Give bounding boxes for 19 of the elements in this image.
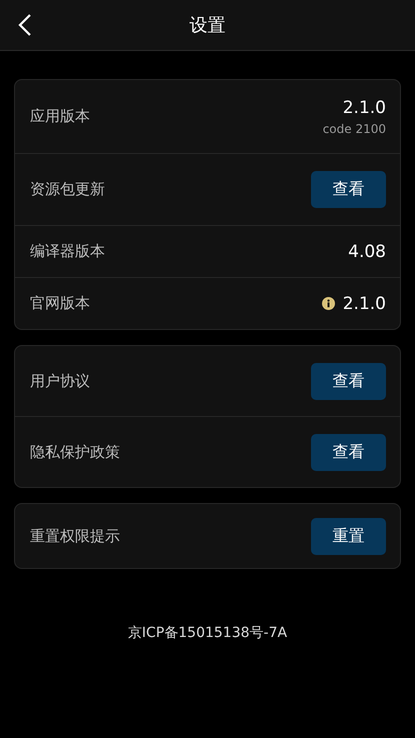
action-button[interactable]: 查看: [311, 434, 386, 470]
action-button[interactable]: 查看: [311, 171, 386, 208]
version-code: code 2100: [322, 122, 386, 136]
action-button[interactable]: 重置: [311, 518, 386, 554]
setting-value: 2.1.0: [342, 294, 386, 314]
setting-label: 编译器版本: [30, 242, 105, 261]
setting-label: 资源包更新: [30, 180, 105, 199]
setting-label: 应用版本: [30, 107, 90, 126]
setting-value: 2.1.0: [342, 98, 386, 118]
action-button[interactable]: 查看: [311, 362, 386, 400]
setting-label: 隐私保护政策: [30, 442, 120, 462]
setting-value: 4.08: [348, 242, 386, 262]
setting-label: 官网版本: [30, 294, 90, 313]
icp-license: 京ICP备15015138号-7A: [128, 625, 288, 641]
back-icon: [18, 13, 32, 37]
info-icon: [322, 297, 335, 310]
page-title: 设置: [190, 14, 226, 37]
setting-label: 用户协议: [30, 372, 90, 390]
setting-label: 重置权限提示: [30, 526, 120, 546]
